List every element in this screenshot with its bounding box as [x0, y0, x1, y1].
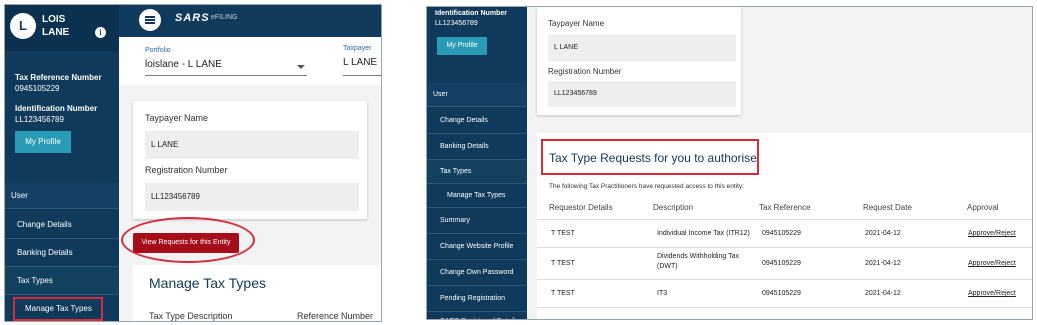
- taxpayer-underline: [343, 75, 381, 76]
- nav-manage-tax-types[interactable]: Manage Tax Types: [427, 184, 527, 208]
- nav-banking-details[interactable]: Banking Details: [5, 239, 119, 267]
- table-divider: [537, 307, 1032, 308]
- taxpayer-name-field: L LANE: [548, 35, 736, 61]
- cell-description: IT3: [657, 290, 668, 297]
- table-divider: [537, 219, 1032, 220]
- user-header: L LOIS LANE i: [5, 5, 119, 51]
- cell-requestor: T TEST: [551, 260, 575, 267]
- cell-requestor: T TEST: [551, 290, 575, 297]
- nav-sars-registered-details[interactable]: SARS Registered Details: [427, 312, 527, 319]
- nav-summary[interactable]: Summary: [427, 208, 527, 234]
- my-profile-button[interactable]: My Profile: [15, 131, 71, 153]
- nav-pending-registration[interactable]: Pending Registration: [427, 286, 527, 312]
- right-screenshot: Identification Number LL123456789 My Pro…: [426, 6, 1033, 320]
- taxpayer-name-label: Taypayer Name: [548, 19, 605, 28]
- taxpayer-details-card: Taypayer Name L LANE Registration Number…: [133, 101, 367, 219]
- col-reference-number: Reference Number: [297, 311, 374, 321]
- chevron-down-icon[interactable]: [297, 65, 305, 69]
- approve-reject-link[interactable]: Approve/Reject: [968, 260, 1016, 267]
- nav-tax-types[interactable]: Tax Types: [427, 160, 527, 184]
- cell-description: Dividends Withholding Tax: [657, 253, 739, 260]
- user-name-line2: LANE: [42, 27, 70, 38]
- th-request-date: Request Date: [863, 203, 912, 212]
- cell-description: Individual Income Tax (ITR12): [657, 230, 750, 237]
- nav-banking-details[interactable]: Banking Details: [427, 134, 527, 160]
- taxpayer-name-label: Taypayer Name: [145, 113, 209, 123]
- portfolio-label: Portfolio: [145, 47, 171, 54]
- id-value: LL123456789: [15, 115, 64, 124]
- table-divider: [537, 279, 1032, 280]
- my-profile-button[interactable]: My Profile: [437, 37, 487, 55]
- cell-tax-ref: 0945105229: [762, 230, 801, 237]
- col-tax-type-description: Tax Type Description: [149, 311, 233, 321]
- th-approval: Approval: [967, 203, 999, 212]
- highlight-requests-title: [541, 139, 759, 175]
- registration-label: Registration Number: [145, 165, 228, 175]
- taxpayer-name-field: L LANE: [145, 131, 359, 159]
- hamburger-menu-icon[interactable]: [139, 9, 161, 31]
- efiling-logo: eFILING: [211, 14, 238, 21]
- main-content: Taypayer Name L LANE Registration Number…: [527, 7, 1032, 319]
- user-name: LOIS LANE: [42, 13, 69, 39]
- table-divider: [537, 247, 1032, 248]
- sars-logo: SARS: [175, 12, 210, 24]
- portfolio-select[interactable]: loislane - L LANE: [145, 59, 222, 70]
- highlight-manage-tax-types: [13, 297, 103, 321]
- manage-tax-types-panel: Manage Tax Types Tax Type Description Re…: [133, 265, 381, 321]
- left-screenshot: L LOIS LANE i Tax Reference Number 09451…: [4, 4, 382, 322]
- id-label: Identification Number: [435, 10, 507, 17]
- registration-field: LL123456789: [145, 183, 359, 211]
- user-name-line1: LOIS: [42, 14, 66, 25]
- cell-date: 2021-04-12: [865, 230, 901, 237]
- cell-description-line2: (DWT): [657, 263, 678, 270]
- cell-date: 2021-04-12: [865, 290, 901, 297]
- manage-tax-types-title: Manage Tax Types: [149, 275, 267, 291]
- taxpayer-label: Taxpayer: [343, 45, 372, 52]
- registration-field: LL123456789: [548, 81, 736, 107]
- id-value: LL123456789: [435, 20, 478, 27]
- tax-type-requests-card: Tax Type Requests for you to authorise T…: [537, 133, 1032, 319]
- main-content: Portfolio loislane - L LANE Taxpayer L L…: [119, 37, 381, 321]
- nav-user[interactable]: User: [5, 183, 119, 209]
- cell-requestor: T TEST: [551, 230, 575, 237]
- cell-tax-ref: 0945105229: [762, 260, 801, 267]
- nav-change-own-password[interactable]: Change Own Password: [427, 260, 527, 286]
- portfolio-bar: Portfolio loislane - L LANE Taxpayer L L…: [119, 37, 381, 85]
- approve-reject-link[interactable]: Approve/Reject: [968, 290, 1016, 297]
- nav-tax-types[interactable]: Tax Types: [5, 267, 119, 295]
- info-icon[interactable]: i: [95, 27, 106, 38]
- registration-label: Registration Number: [548, 67, 622, 76]
- cell-date: 2021-04-12: [865, 260, 901, 267]
- nav-user[interactable]: User: [427, 83, 527, 107]
- taxpayer-details-card: Taypayer Name L LANE Registration Number…: [537, 7, 741, 115]
- sidebar: L LOIS LANE i Tax Reference Number 09451…: [5, 5, 119, 321]
- id-label: Identification Number: [15, 104, 98, 113]
- nav-change-website-profile[interactable]: Change Website Profile: [427, 234, 527, 260]
- avatar[interactable]: L: [10, 13, 36, 39]
- sidebar: Identification Number LL123456789 My Pro…: [427, 7, 527, 319]
- highlight-view-requests: [121, 217, 255, 263]
- tax-ref-label: Tax Reference Number: [15, 73, 102, 82]
- th-description: Description: [653, 203, 694, 212]
- taxpayer-select[interactable]: L LANE: [343, 57, 377, 68]
- top-bar: SARS eFILING: [119, 5, 381, 37]
- nav-change-details[interactable]: Change Details: [427, 108, 527, 134]
- tax-ref-value: 0945105229: [15, 84, 60, 93]
- cell-tax-ref: 0945105229: [762, 290, 801, 297]
- requests-subtitle: The following Tax Practitioners have req…: [549, 183, 744, 190]
- portfolio-underline: [145, 75, 307, 76]
- th-tax-reference: Tax Reference: [759, 203, 811, 212]
- nav-change-details[interactable]: Change Details: [5, 211, 119, 239]
- th-requestor: Requestor Details: [549, 203, 613, 212]
- approve-reject-link[interactable]: Approve/Reject: [968, 230, 1016, 237]
